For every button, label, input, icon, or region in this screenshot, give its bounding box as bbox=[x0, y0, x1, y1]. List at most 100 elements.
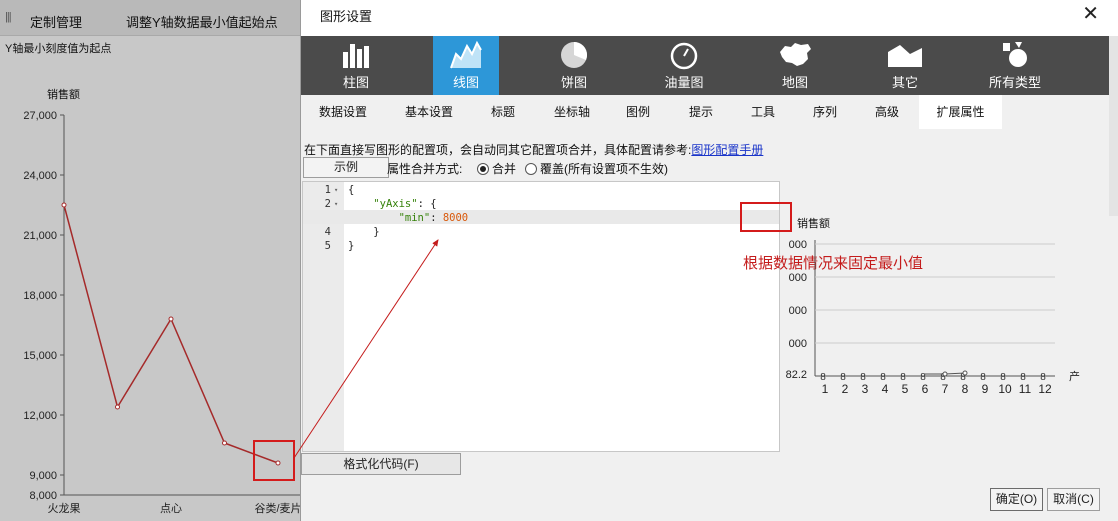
example-button[interactable]: 示例 bbox=[303, 157, 389, 178]
radio-dot bbox=[525, 163, 537, 175]
ok-button[interactable]: 确定(O) bbox=[990, 488, 1043, 511]
tab-extended-properties[interactable]: 扩展属性 bbox=[919, 95, 1002, 129]
pie-chart-icon bbox=[561, 42, 587, 68]
shapes-icon bbox=[1003, 42, 1027, 67]
toolbar-grip-icon: ||| bbox=[5, 11, 12, 23]
code-line: { bbox=[348, 184, 355, 196]
chart-type-pie-button[interactable]: 饼图 bbox=[541, 36, 607, 95]
tab-tools[interactable]: 工具 bbox=[744, 95, 782, 129]
dialog-title-bar: 图形设置 ✕ bbox=[301, 0, 1118, 36]
line-number: 2 bbox=[324, 198, 331, 210]
tab-title[interactable]: 标题 bbox=[484, 95, 522, 129]
preview-y-tick-label: 000 bbox=[789, 305, 807, 317]
preview-x-tick-label: 5 bbox=[902, 382, 909, 396]
background-toolbar: ||| 定制管理 调整Y轴数据最小值起始点 bbox=[0, 0, 300, 36]
menu-custom-management[interactable]: 定制管理 bbox=[30, 12, 82, 31]
background-report-page: ||| 定制管理 调整Y轴数据最小值起始点 Y轴最小刻度值为起点 销售额 27,0… bbox=[0, 0, 300, 521]
y-tick-label: 21,000 bbox=[23, 230, 57, 242]
series-point bbox=[222, 440, 227, 446]
code-editor[interactable]: 1 ▾ 2 ▾ 3 4 5 { "yAxis": { "min": 8000 }… bbox=[302, 181, 780, 452]
chart-type-label: 其它 bbox=[891, 75, 918, 90]
chart-settings-dialog: 图形设置 ✕ 柱图 线图 饼图 油量图 地图 其它 所有类型 数据设置 基本设置… bbox=[300, 0, 1118, 521]
chart-config-manual-link[interactable]: 图形配置手册 bbox=[691, 143, 763, 157]
preview-y-tick-label: 82.2 bbox=[786, 369, 807, 381]
series-point bbox=[115, 404, 120, 410]
merge-mode-label: 属性合并方式: bbox=[387, 162, 463, 176]
code-line: "yAxis": { bbox=[373, 198, 437, 210]
preview-y-tick-label: 000 bbox=[789, 338, 807, 350]
y-axis-title: 销售额 bbox=[47, 87, 80, 101]
tab-legend[interactable]: 图例 bbox=[619, 95, 657, 129]
chart-type-label: 柱图 bbox=[342, 75, 369, 90]
line-number: 5 bbox=[324, 240, 331, 252]
tab-series[interactable]: 序列 bbox=[806, 95, 844, 129]
tab-basic-settings[interactable]: 基本设置 bbox=[397, 95, 461, 129]
x-tick-label: 火龙果 bbox=[48, 502, 81, 515]
tab-data-settings[interactable]: 数据设置 bbox=[311, 95, 375, 129]
chart-type-map-button[interactable]: 地图 bbox=[762, 36, 828, 95]
chart-type-label: 地图 bbox=[781, 75, 808, 90]
preview-x-tick-label: 6 bbox=[922, 382, 929, 396]
background-line-chart: 销售额 27,000 24,000 21,000 18,000 15,000 12,000 9… bbox=[23, 87, 300, 515]
fold-arrow-icon[interactable]: ▾ bbox=[334, 200, 338, 208]
tab-advanced[interactable]: 高级 bbox=[868, 95, 906, 129]
y-tick-label: 12,000 bbox=[23, 410, 57, 422]
menu-adjust-y-axis[interactable]: 调整Y轴数据最小值起始点 bbox=[126, 12, 278, 31]
preview-chart: 销售额00000000000082.2 8 8 8 8 8 8 8 8 8 8 8 81 2 3 4 5 6 7 8 9… bbox=[786, 216, 1080, 396]
preview-x-tick-label: 2 bbox=[842, 382, 849, 396]
code-line: "min": 8000 bbox=[398, 212, 469, 224]
chart-type-all-button[interactable]: 所有类型 bbox=[982, 36, 1048, 95]
background-caption: Y轴最小刻度值为起点 bbox=[5, 43, 112, 55]
x-tick-label: 谷类/麦片 bbox=[254, 501, 300, 515]
preview-x-tick-label: 9 bbox=[982, 382, 989, 396]
tab-tooltip[interactable]: 提示 bbox=[682, 95, 720, 129]
fold-arrow-icon[interactable]: ▾ bbox=[334, 186, 338, 194]
dialog-scrollbar[interactable] bbox=[1109, 36, 1118, 216]
chart-type-label: 所有类型 bbox=[988, 75, 1041, 90]
preview-x-tick-label: 4 bbox=[882, 382, 889, 396]
chart-type-bar-button[interactable]: 柱图 bbox=[323, 36, 389, 95]
radio-override-label: 覆盖(所有设置项不生效) bbox=[540, 162, 668, 176]
preview-x-axis-name: 产 bbox=[1069, 369, 1080, 383]
gauge-icon bbox=[670, 42, 698, 70]
series-point bbox=[168, 316, 174, 322]
code-key-min: "min" bbox=[398, 212, 431, 224]
series-line bbox=[63, 204, 279, 464]
map-icon bbox=[780, 43, 811, 66]
preview-x-tick-label: 11 bbox=[1019, 382, 1032, 396]
chart-type-other-button[interactable]: 其它 bbox=[872, 36, 938, 95]
radio-dot bbox=[477, 163, 489, 175]
y-tick-label: 9,000 bbox=[29, 470, 57, 482]
format-code-button[interactable]: 格式化代码(F) bbox=[301, 453, 461, 475]
series-point bbox=[275, 460, 281, 466]
line-number: 4 bbox=[324, 226, 331, 238]
close-icon[interactable]: ✕ bbox=[1082, 4, 1099, 24]
tab-axis[interactable]: 坐标轴 bbox=[546, 95, 598, 129]
y-tick-label: 15,000 bbox=[23, 350, 57, 362]
config-hint-text: 在下面直接写图形的配置项，会自动同其它配置项合并，具体配置请参考: bbox=[304, 143, 692, 157]
preview-y-axis-title: 销售额 bbox=[797, 216, 830, 230]
chart-type-label: 饼图 bbox=[560, 75, 587, 90]
preview-y-tick-label: 000 bbox=[789, 239, 807, 251]
preview-series-point bbox=[962, 370, 968, 376]
preview-x-tick-label: 7 bbox=[942, 382, 949, 396]
bar-chart-icon bbox=[343, 44, 369, 68]
settings-tab-bar: 数据设置 基本设置 标题 坐标轴 图例 提示 工具 序列 高级 扩展属性 bbox=[301, 95, 1109, 129]
chart-type-label: 油量图 bbox=[664, 75, 704, 90]
code-value-min: 8000 bbox=[442, 212, 469, 224]
y-tick-label: 24,000 bbox=[23, 170, 57, 182]
chart-type-gauge-button[interactable]: 油量图 bbox=[651, 36, 717, 95]
dialog-title: 图形设置 bbox=[320, 9, 373, 24]
cancel-button[interactable]: 取消(C) bbox=[1047, 488, 1100, 511]
preview-x-tick-label: 10 bbox=[998, 382, 1012, 396]
radio-merge[interactable]: 合并 bbox=[477, 160, 516, 177]
y-tick-label: 18,000 bbox=[23, 290, 57, 302]
preview-x-tick-label: 8 bbox=[962, 382, 969, 396]
radio-override[interactable]: 覆盖(所有设置项不生效) bbox=[525, 160, 668, 177]
line-chart-icon bbox=[450, 40, 482, 69]
chart-type-line-button[interactable]: 线图 bbox=[433, 36, 499, 95]
series-point bbox=[61, 202, 67, 208]
config-hint: 在下面直接写图形的配置项，会自动同其它配置项合并，具体配置请参考:图形配置手册 bbox=[304, 141, 763, 158]
area-shape-icon bbox=[888, 45, 922, 67]
code-line: } bbox=[348, 240, 355, 252]
